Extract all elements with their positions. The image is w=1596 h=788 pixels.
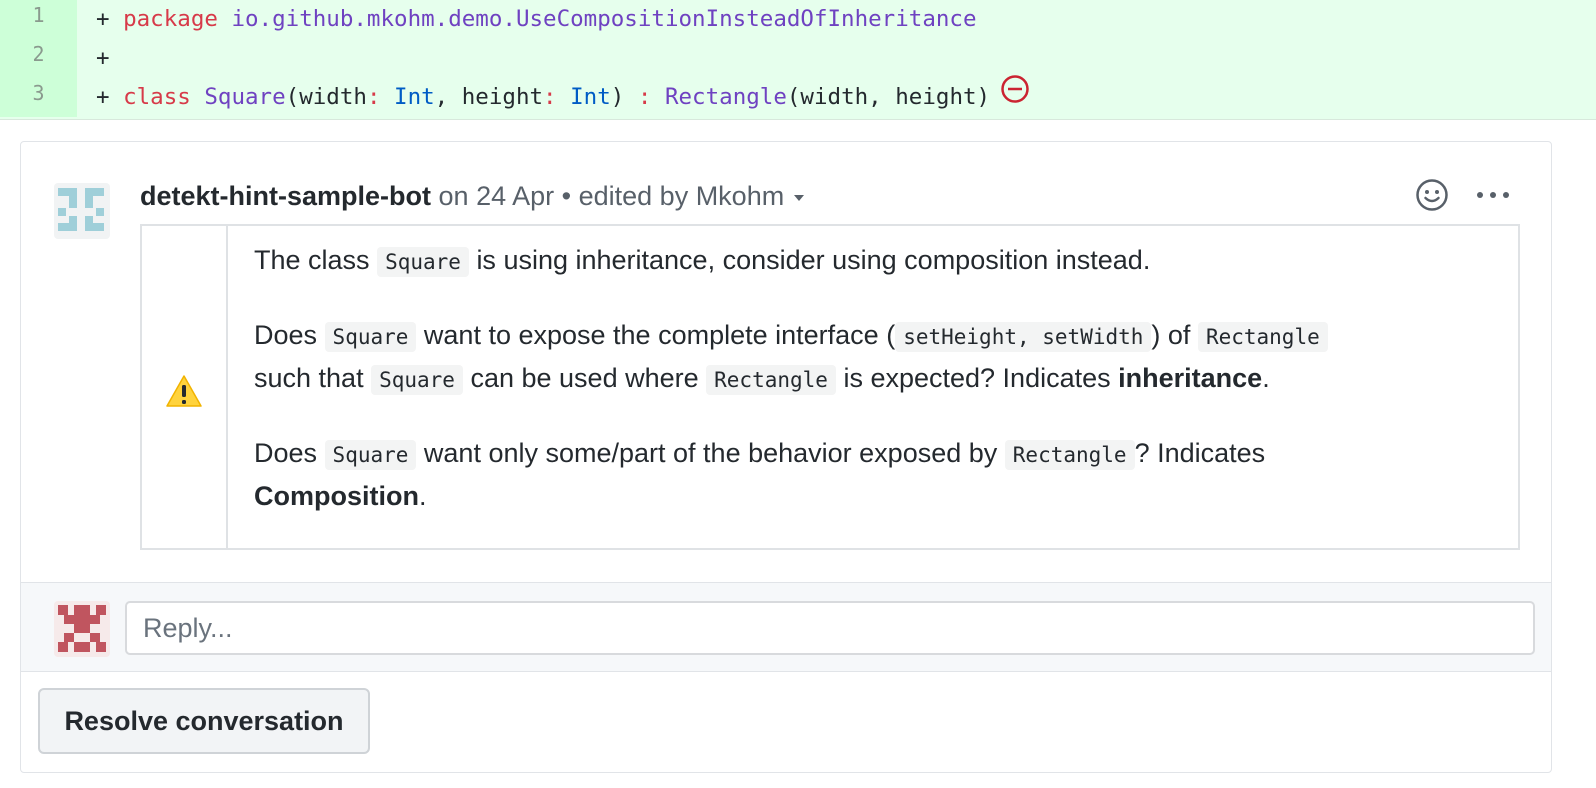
code-token: (width, height) — [786, 84, 991, 110]
comment-date[interactable]: on 24 Apr — [439, 181, 555, 211]
text: want to expose the complete interface ( — [423, 320, 896, 350]
reply-bar — [21, 582, 1551, 672]
text: is using inheritance, consider using com… — [476, 245, 1151, 275]
chevron-down-icon[interactable] — [794, 194, 805, 201]
separator: • — [561, 181, 572, 211]
inline-code: Rectangle — [706, 365, 836, 395]
text: is expected? Indicates — [843, 363, 1111, 393]
comment-paragraph: The class Square is using inheritance, c… — [254, 240, 1494, 283]
parent-class: Rectangle — [664, 84, 787, 110]
text: . — [418, 481, 427, 511]
keyword: package — [123, 6, 218, 32]
comment-paragraph: Does Square want to expose the complete … — [254, 315, 1494, 401]
resolve-conversation-button[interactable]: Resolve conversation — [38, 688, 370, 754]
code-line: + — [96, 39, 110, 78]
reply-input[interactable] — [125, 601, 1535, 655]
comment-paragraph: Does Square want only some/part of the b… — [254, 433, 1494, 517]
text: ? Indicates — [1134, 438, 1266, 468]
inline-code: setHeight, setWidth — [895, 322, 1152, 352]
edited-dropdown[interactable]: edited by Mkohm — [579, 181, 785, 211]
line-number[interactable]: 2 — [0, 39, 77, 78]
code-token: : — [624, 84, 652, 110]
text: ) of — [1151, 320, 1191, 350]
code-token: ) — [610, 84, 625, 110]
warning-cell — [142, 226, 228, 548]
diff-plus: + — [96, 45, 110, 71]
code-line: + package io.github.mkohm.demo.UseCompos… — [96, 0, 977, 39]
code-token: (width — [285, 84, 367, 110]
code-line: + class Square(width: Int, height: Int) … — [96, 75, 1030, 117]
bold-text: Composition — [254, 481, 419, 511]
inline-code: Square — [324, 440, 417, 470]
author-link[interactable]: detekt-hint-sample-bot — [140, 181, 431, 211]
line-number[interactable]: 1 — [0, 0, 77, 39]
diff-view: 1 + package io.github.mkohm.demo.UseComp… — [0, 0, 1596, 120]
text: The class — [254, 245, 370, 275]
text: . — [1262, 363, 1270, 393]
comment-text: The class Square is using inheritance, c… — [254, 240, 1494, 549]
text: can be used where — [470, 363, 699, 393]
kebab-icon[interactable] — [1473, 178, 1513, 212]
warning-icon — [165, 374, 203, 408]
diff-plus: + — [96, 6, 110, 32]
text: Does — [254, 438, 318, 468]
blocked-icon — [1000, 74, 1030, 117]
package-name: io.github.mkohm.demo.UseCompositionInste… — [231, 6, 977, 32]
type-name: Int — [570, 84, 611, 110]
code-token: , height — [434, 84, 544, 110]
inline-code: Square — [324, 322, 417, 352]
smiley-icon[interactable] — [1415, 178, 1449, 212]
diff-plus: + — [96, 84, 110, 110]
bold-text: inheritance — [1118, 363, 1263, 393]
inline-code: Rectangle — [1004, 440, 1135, 470]
inline-code: Rectangle — [1197, 322, 1328, 352]
text: want only some/part of the behavior expo… — [423, 438, 998, 468]
diff-line: 1 + package io.github.mkohm.demo.UseComp… — [0, 0, 1596, 39]
text: Does — [254, 320, 318, 350]
text: such that — [254, 363, 364, 393]
diff-line: 2 + — [0, 39, 1596, 78]
keyword: class — [123, 84, 191, 110]
review-thread: detekt-hint-sample-bot on 24 Apr • edite… — [20, 141, 1552, 773]
diff-line: 3 + class Square(width: Int, height: Int… — [0, 75, 1596, 117]
divider — [0, 119, 1596, 120]
class-name: Square — [204, 84, 286, 110]
user-avatar[interactable] — [54, 601, 110, 657]
comment-header: detekt-hint-sample-bot on 24 Apr • edite… — [140, 178, 805, 214]
comment-body: The class Square is using inheritance, c… — [140, 224, 1520, 550]
inline-code: Square — [377, 247, 469, 277]
bot-avatar[interactable] — [54, 183, 110, 239]
inline-code: Square — [371, 365, 463, 395]
line-number[interactable]: 3 — [0, 78, 77, 117]
type-name: Int — [394, 84, 435, 110]
code-token: : — [543, 84, 557, 110]
code-token: : — [366, 84, 381, 110]
